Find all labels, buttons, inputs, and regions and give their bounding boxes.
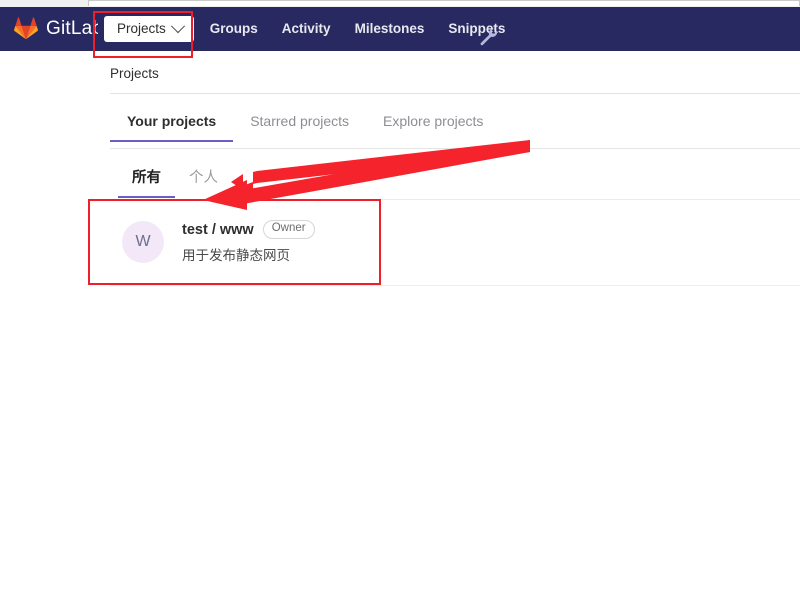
- project-title-row: test / www Owner: [182, 220, 315, 239]
- breadcrumb: Projects: [110, 66, 159, 81]
- tab-your-projects[interactable]: Your projects: [110, 113, 234, 142]
- gitlab-fox-logo-icon: [14, 17, 38, 41]
- gitlab-brand-label: GitLab: [46, 18, 98, 39]
- project-info: test / www Owner 用于发布静态网页: [182, 220, 315, 264]
- nav-projects-label: Projects: [117, 20, 166, 36]
- nav-items: Projects Groups Activity Milestones Snip…: [104, 7, 517, 51]
- gitlab-brand[interactable]: GitLab: [14, 17, 98, 41]
- sub-tab-personal[interactable]: 个人: [175, 166, 232, 196]
- nav-item-activity[interactable]: Activity: [270, 7, 343, 51]
- avatar: W: [122, 221, 164, 263]
- browser-chrome-strip: [0, 0, 800, 7]
- breadcrumb-divider: [110, 93, 800, 94]
- nav-item-milestones[interactable]: Milestones: [343, 7, 437, 51]
- chevron-down-icon: [170, 18, 185, 33]
- project-row-divider: [110, 285, 800, 286]
- tabs-divider: [110, 148, 800, 149]
- top-navigation-bar: GitLab Projects Groups Activity Mileston…: [0, 7, 800, 51]
- sub-tab-all[interactable]: 所有: [118, 166, 175, 198]
- tab-explore-projects[interactable]: Explore projects: [366, 113, 500, 140]
- project-name-link[interactable]: test / www: [182, 222, 254, 238]
- page-content: Projects Your projects Starred projects …: [0, 51, 800, 589]
- tab-starred-projects[interactable]: Starred projects: [233, 113, 366, 140]
- nav-item-snippets[interactable]: Snippets: [436, 7, 517, 51]
- sub-tabs-divider: [110, 199, 800, 200]
- project-description: 用于发布静态网页: [182, 247, 290, 263]
- nav-projects-dropdown[interactable]: Projects: [104, 15, 194, 43]
- browser-address-bar[interactable]: [88, 0, 800, 6]
- wrench-icon[interactable]: [478, 26, 498, 46]
- list-item[interactable]: W test / www Owner 用于发布静态网页: [110, 206, 800, 278]
- project-scope-tabs: Your projects Starred projects Explore p…: [110, 113, 800, 149]
- nav-item-groups[interactable]: Groups: [198, 7, 270, 51]
- project-filter-tabs: 所有 个人: [118, 166, 232, 198]
- status-badge: Owner: [262, 220, 315, 239]
